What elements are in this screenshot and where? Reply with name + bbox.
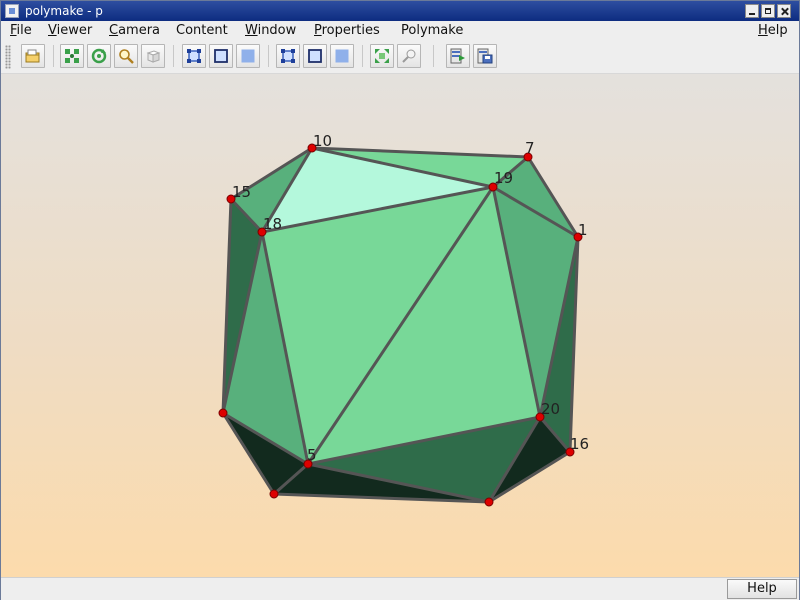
minimize-button[interactable] — [745, 4, 759, 18]
vertex-label: 10 — [313, 132, 332, 150]
menu-viewer-mnemonic: V — [48, 23, 57, 38]
rotate-icon — [91, 48, 107, 64]
vertex-label: 1 — [578, 221, 588, 239]
vertex-point[interactable] — [484, 497, 494, 507]
show-edges-icon — [308, 49, 322, 63]
menu-bar: File Viewer Camera Content Window Proper… — [1, 21, 799, 41]
toolbar-separator — [53, 45, 54, 67]
toolbar — [1, 41, 799, 74]
menu-content-label: Content — [176, 23, 228, 38]
fit-to-screen-icon — [65, 49, 79, 63]
menu-content[interactable]: Content — [176, 23, 228, 39]
show-edges-button[interactable] — [303, 44, 327, 68]
menu-window[interactable]: Window — [245, 23, 296, 39]
fit-to-screen-button[interactable] — [60, 44, 84, 68]
app-icon[interactable] — [5, 4, 19, 18]
menu-file[interactable]: File — [10, 23, 32, 39]
title-bar[interactable]: polymake - p — [1, 1, 799, 21]
select-faces-button[interactable] — [236, 44, 260, 68]
menu-window-label: indow — [257, 23, 297, 38]
application-window: polymake - p File Viewer Camera Content … — [0, 0, 800, 600]
help-button[interactable]: Help — [727, 579, 797, 599]
show-faces-button[interactable] — [330, 44, 354, 68]
zoom-button[interactable] — [114, 44, 138, 68]
open-button[interactable] — [21, 44, 45, 68]
toolbar-separator — [173, 45, 174, 67]
select-faces-icon — [241, 49, 255, 63]
3d-viewport[interactable]: 10 7 15 19 18 1 20 16 5 — [1, 74, 799, 577]
menu-camera-mnemonic: C — [109, 23, 119, 38]
zoom-icon — [119, 49, 134, 64]
menu-polymake-label: Polymake — [401, 23, 464, 38]
show-faces-icon — [335, 49, 349, 63]
open-folder-icon — [25, 49, 40, 63]
save-image-icon — [477, 48, 493, 64]
vertex-label: 20 — [541, 400, 560, 418]
toolbar-grip[interactable] — [5, 45, 11, 69]
menu-help[interactable]: Help — [758, 23, 788, 39]
maximize-button[interactable] — [761, 4, 775, 18]
polytope-render[interactable]: 10 7 15 19 18 1 20 16 5 — [1, 74, 799, 577]
toolbar-separator — [268, 45, 269, 67]
show-vertices-button[interactable] — [276, 44, 300, 68]
vertex-label: 16 — [570, 435, 589, 453]
save-image-button[interactable] — [473, 44, 497, 68]
explode-icon — [375, 49, 389, 63]
cube-icon — [146, 50, 161, 63]
select-vertices-icon — [187, 49, 201, 63]
toolbar-separator — [433, 45, 434, 67]
status-bar: Help — [1, 577, 799, 600]
close-button[interactable] — [777, 4, 791, 18]
menu-file-label: ile — [16, 23, 32, 38]
menu-viewer[interactable]: Viewer — [48, 23, 92, 39]
vertex-label: 19 — [494, 169, 513, 187]
vertex-label: 7 — [525, 139, 535, 157]
cube-button[interactable] — [141, 44, 165, 68]
vertex-label: 15 — [232, 183, 251, 201]
show-vertices-icon — [281, 49, 295, 63]
toolbar-separator — [362, 45, 363, 67]
menu-camera-label: amera — [118, 23, 161, 38]
menu-help-mnemonic: H — [758, 23, 768, 38]
menu-properties-mnemonic: P — [314, 23, 322, 38]
menu-viewer-label: iewer — [56, 23, 93, 38]
select-edges-icon — [214, 49, 228, 63]
export-icon — [450, 48, 465, 64]
menu-camera[interactable]: Camera — [109, 23, 160, 39]
light-icon — [402, 49, 416, 63]
select-vertices-button[interactable] — [182, 44, 206, 68]
menu-properties[interactable]: Properties — [314, 23, 380, 39]
export-button[interactable] — [446, 44, 470, 68]
vertex-label: 5 — [307, 446, 317, 464]
vertex-point[interactable] — [269, 489, 279, 499]
menu-properties-label: roperties — [321, 23, 380, 38]
menu-window-mnemonic: W — [245, 23, 258, 38]
vertex-point[interactable] — [218, 408, 228, 418]
vertex-label: 18 — [263, 215, 282, 233]
menu-help-label: elp — [767, 23, 788, 38]
light-button[interactable] — [397, 44, 421, 68]
select-edges-button[interactable] — [209, 44, 233, 68]
explode-button[interactable] — [370, 44, 394, 68]
menu-polymake[interactable]: Polymake — [401, 23, 463, 39]
rotate-button[interactable] — [87, 44, 111, 68]
window-title: polymake - p — [25, 4, 103, 18]
